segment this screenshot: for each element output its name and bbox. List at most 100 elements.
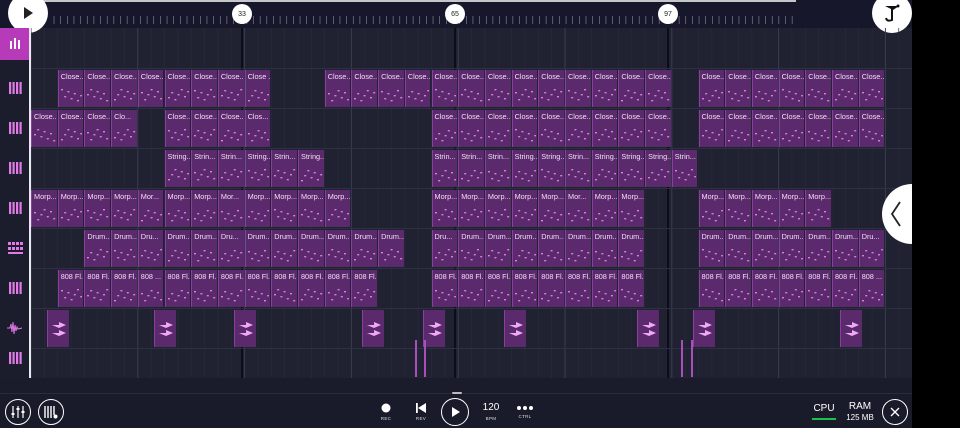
clip[interactable]: Close... bbox=[164, 70, 191, 107]
audio-clip[interactable] bbox=[693, 310, 716, 347]
clip[interactable]: Close... bbox=[698, 110, 725, 147]
clip[interactable]: Strin... bbox=[271, 150, 297, 187]
clip[interactable]: Close... bbox=[137, 70, 164, 107]
clip[interactable]: Morp... bbox=[244, 190, 271, 227]
clip[interactable]: Morp... bbox=[591, 190, 618, 227]
clip[interactable]: String... bbox=[511, 150, 538, 187]
clip[interactable]: String... bbox=[538, 150, 564, 187]
audio-clip[interactable] bbox=[423, 310, 446, 347]
clip[interactable]: Strin... bbox=[191, 150, 217, 187]
clip[interactable]: Morp... bbox=[751, 190, 778, 227]
clip[interactable]: Close... bbox=[645, 70, 671, 107]
audio-clip[interactable] bbox=[637, 310, 660, 347]
clip[interactable]: Close... bbox=[698, 70, 725, 107]
clip[interactable]: 808 Fl... bbox=[111, 270, 137, 307]
clip[interactable]: Close... bbox=[591, 70, 618, 107]
clip[interactable]: Mor... bbox=[565, 190, 591, 227]
clip[interactable]: Close... bbox=[538, 110, 564, 147]
clip[interactable]: Morp... bbox=[484, 190, 511, 227]
horizontal-scrollbar[interactable] bbox=[0, 378, 912, 393]
clip[interactable]: 808 Fl... bbox=[698, 270, 725, 307]
clip[interactable]: 808 ... bbox=[137, 270, 164, 307]
clip[interactable]: Close... bbox=[778, 110, 805, 147]
clip[interactable]: Close... bbox=[805, 110, 831, 147]
clip[interactable]: Drum... bbox=[324, 230, 351, 267]
clip[interactable]: Close... bbox=[484, 70, 511, 107]
clip[interactable]: 808 Fl... bbox=[591, 270, 618, 307]
clip[interactable]: Clos... bbox=[244, 110, 271, 147]
clip[interactable]: 808 Fl... bbox=[458, 270, 484, 307]
track-piano-roll-3[interactable] bbox=[0, 148, 30, 188]
clip[interactable]: Close... bbox=[832, 70, 858, 107]
clip[interactable]: Strin... bbox=[484, 150, 511, 187]
clip[interactable]: 808 ... bbox=[858, 270, 885, 307]
clip[interactable]: Close... bbox=[31, 110, 57, 147]
clip[interactable]: Close... bbox=[57, 110, 84, 147]
clip[interactable]: Drum... bbox=[351, 230, 378, 267]
clip[interactable]: Drum... bbox=[832, 230, 858, 267]
clip[interactable]: Morp... bbox=[84, 190, 111, 227]
clip[interactable]: Mor... bbox=[217, 190, 244, 227]
clip[interactable]: Close... bbox=[84, 110, 111, 147]
clip[interactable]: 808 Fl... bbox=[484, 270, 511, 307]
clip[interactable]: Close... bbox=[805, 70, 831, 107]
clip[interactable]: 808 Fl... bbox=[431, 270, 458, 307]
clip[interactable]: Drum... bbox=[484, 230, 511, 267]
clip[interactable]: String... bbox=[164, 150, 191, 187]
clip[interactable]: Close... bbox=[725, 70, 751, 107]
clip[interactable]: Morp... bbox=[57, 190, 84, 227]
clip[interactable]: Close... bbox=[458, 70, 484, 107]
clip[interactable]: Close... bbox=[458, 110, 484, 147]
ctrl-button[interactable]: CTRL bbox=[513, 394, 537, 428]
clip[interactable]: Close... bbox=[591, 110, 618, 147]
clip[interactable]: 808 Fl... bbox=[298, 270, 324, 307]
clip[interactable]: Close... bbox=[778, 70, 805, 107]
clip[interactable]: Close... bbox=[111, 70, 137, 107]
clip[interactable]: Morp... bbox=[324, 190, 351, 227]
clip[interactable]: Drum... bbox=[84, 230, 111, 267]
clip[interactable]: Close... bbox=[351, 70, 378, 107]
clip[interactable]: Morp... bbox=[725, 190, 751, 227]
clip[interactable]: Close... bbox=[618, 70, 645, 107]
track-piano-roll-5[interactable] bbox=[0, 268, 30, 308]
clip[interactable]: Close... bbox=[324, 70, 351, 107]
clip[interactable]: Close... bbox=[565, 110, 591, 147]
clip[interactable]: Close... bbox=[858, 110, 885, 147]
clip[interactable]: Drum... bbox=[778, 230, 805, 267]
clip[interactable]: Morp... bbox=[271, 190, 297, 227]
clip[interactable]: 808 Fl... bbox=[57, 270, 84, 307]
clip[interactable]: Morp... bbox=[511, 190, 538, 227]
clip[interactable]: Drum... bbox=[618, 230, 645, 267]
clip[interactable]: Morp... bbox=[431, 190, 458, 227]
clip[interactable]: String... bbox=[645, 150, 671, 187]
clip[interactable]: Dru... bbox=[217, 230, 244, 267]
track-piano-roll-4[interactable] bbox=[0, 188, 30, 228]
clip[interactable]: Close... bbox=[217, 110, 244, 147]
track-drum-pads[interactable] bbox=[0, 28, 30, 60]
clip[interactable]: Close... bbox=[511, 110, 538, 147]
track-piano-roll-1[interactable] bbox=[0, 68, 30, 108]
clip[interactable]: Drum... bbox=[191, 230, 217, 267]
clip[interactable]: Strin... bbox=[458, 150, 484, 187]
clip[interactable]: Close... bbox=[164, 110, 191, 147]
rewind-button[interactable]: REV bbox=[411, 394, 431, 428]
clip[interactable]: 808 Fl... bbox=[191, 270, 217, 307]
short-clip-marker[interactable] bbox=[424, 340, 426, 377]
clip[interactable]: 808 Fl... bbox=[725, 270, 751, 307]
clip[interactable]: Close... bbox=[725, 110, 751, 147]
bar-marker-97[interactable]: 97 bbox=[658, 4, 678, 24]
clip[interactable]: Strin... bbox=[217, 150, 244, 187]
clip[interactable]: Morp... bbox=[618, 190, 645, 227]
clip[interactable]: 808 Fl... bbox=[832, 270, 858, 307]
audio-clip[interactable] bbox=[503, 310, 526, 347]
clip[interactable]: String... bbox=[244, 150, 271, 187]
clip[interactable]: Morp... bbox=[298, 190, 324, 227]
clip[interactable]: Close... bbox=[511, 70, 538, 107]
clip[interactable]: Close... bbox=[565, 70, 591, 107]
clip[interactable]: 808 Fl... bbox=[778, 270, 805, 307]
clip[interactable]: Drum... bbox=[698, 230, 725, 267]
clip[interactable]: Strin... bbox=[565, 150, 591, 187]
clip[interactable]: Drum... bbox=[164, 230, 191, 267]
clip[interactable]: String... bbox=[298, 150, 324, 187]
clip[interactable]: Close... bbox=[57, 70, 84, 107]
